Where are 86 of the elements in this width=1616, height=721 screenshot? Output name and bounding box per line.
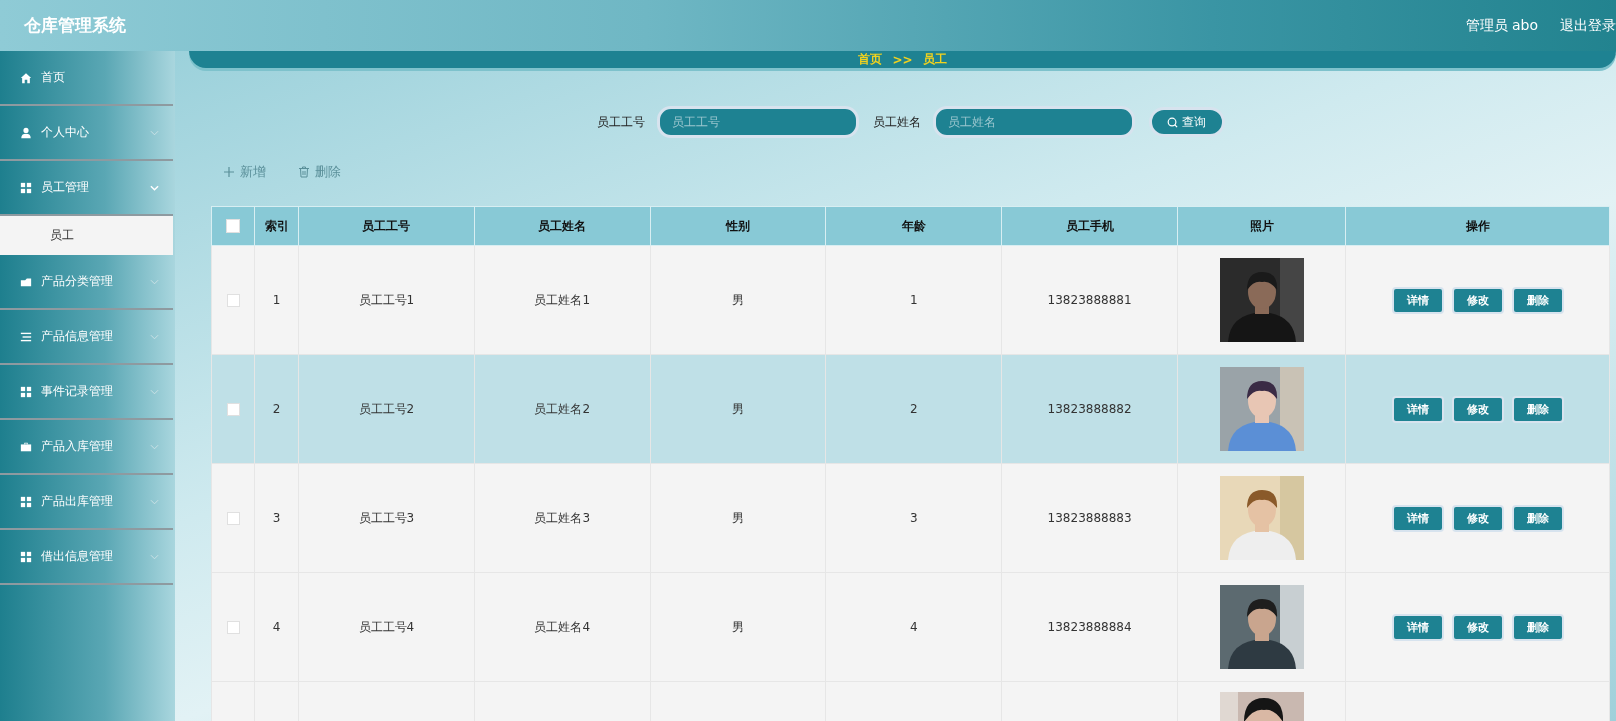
list-icon <box>20 330 32 343</box>
menu-item[interactable]: 个人中心 <box>0 106 173 161</box>
trash-icon <box>298 166 310 178</box>
logout-link[interactable]: 退出登录 <box>1560 16 1616 35</box>
table-row[interactable]: 3 员工工号3 员工姓名3 男 3 13823888883 详情 修改 删除 <box>211 463 1610 573</box>
table-cell: 员工姓名4 <box>474 572 651 682</box>
table-cell: 男 <box>650 572 826 682</box>
table-cell: 员工姓名1 <box>474 245 651 355</box>
search-label: 员工工号 <box>596 113 645 131</box>
row-action-button[interactable]: 删除 <box>1511 504 1564 532</box>
search-button[interactable]: 查询 <box>1148 107 1225 137</box>
search-label: 员工姓名 <box>872 113 921 131</box>
search-field[interactable]: 员工姓名 <box>932 106 1135 138</box>
table-cell: 男 <box>650 245 826 355</box>
column-header: 员工手机 <box>1001 206 1178 246</box>
row-action-button[interactable]: 详情 <box>1391 395 1444 423</box>
row-action-button[interactable]: 删除 <box>1511 395 1564 423</box>
table-cell: 3 <box>825 463 1002 573</box>
table-cell: 1 <box>254 245 299 355</box>
table-cell: 男 <box>650 463 826 573</box>
table-cell: 2 <box>254 354 299 464</box>
column-header: 年龄 <box>825 206 1002 246</box>
row-action-button[interactable]: 删除 <box>1511 286 1564 314</box>
app-title: 仓库管理系统 <box>24 14 126 37</box>
grid-icon <box>20 550 32 563</box>
grid-icon <box>20 495 32 508</box>
table-row[interactable]: 4 员工工号4 员工姓名4 男 4 13823888884 详情 修改 删除 <box>211 572 1610 682</box>
menu-item[interactable]: 产品入库管理 <box>0 420 173 475</box>
breadcrumb-link[interactable]: 员工 <box>922 51 947 68</box>
row-checkbox[interactable] <box>226 294 240 307</box>
home-icon <box>20 71 32 84</box>
row-action-button[interactable]: 修改 <box>1451 504 1504 532</box>
table-cell: 员工工号1 <box>298 245 475 355</box>
table-cell: 4 <box>254 572 299 682</box>
select-all-checkbox[interactable] <box>226 219 240 234</box>
table-row[interactable]: 1 员工工号1 员工姓名1 男 1 13823888881 详情 修改 删除 <box>211 245 1610 355</box>
row-action-button[interactable]: 详情 <box>1391 504 1444 532</box>
row-action-button[interactable]: 修改 <box>1451 395 1504 423</box>
grid-icon <box>20 181 32 194</box>
table-cell: 13823888882 <box>1001 354 1178 464</box>
menu-item[interactable]: 借出信息管理 <box>0 530 173 585</box>
table-cell: 男 <box>650 354 826 464</box>
table-cell: 员工工号3 <box>298 463 475 573</box>
grid-icon <box>20 385 32 398</box>
table-cell: 员工姓名2 <box>474 354 651 464</box>
menu-item[interactable]: 产品出库管理 <box>0 475 173 530</box>
column-header: 员工工号 <box>298 206 475 246</box>
table-cell: 13823888884 <box>1001 572 1178 682</box>
table-cell: 4 <box>825 572 1002 682</box>
table-cell: 员工工号4 <box>298 572 475 682</box>
row-checkbox[interactable] <box>226 512 240 525</box>
delete-button[interactable]: 删除 <box>292 159 347 185</box>
column-header: 性别 <box>650 206 826 246</box>
row-checkbox[interactable] <box>226 403 240 416</box>
table-cell: 3 <box>254 463 299 573</box>
row-action-button[interactable]: 详情 <box>1391 613 1444 641</box>
menu-item[interactable]: 首页 <box>0 51 173 106</box>
menu-item[interactable]: 产品信息管理 <box>0 310 173 365</box>
table-cell: 13823888883 <box>1001 463 1178 573</box>
table-cell: 员工工号2 <box>298 354 475 464</box>
add-button[interactable]: 新增 <box>217 159 272 185</box>
row-checkbox[interactable] <box>226 621 240 634</box>
breadcrumb-link[interactable]: 首页 <box>858 51 883 68</box>
row-action-button[interactable]: 修改 <box>1451 613 1504 641</box>
row-action-button[interactable]: 详情 <box>1391 286 1444 314</box>
user-icon <box>20 126 32 139</box>
column-header: 员工姓名 <box>474 206 651 246</box>
plus-icon <box>223 166 235 178</box>
briefcase-icon <box>20 440 32 453</box>
menu-item[interactable]: 事件记录管理 <box>0 365 173 420</box>
table-cell: 1 <box>825 245 1002 355</box>
column-header: 操作 <box>1345 206 1610 246</box>
user-name: 管理员 abo <box>1465 16 1538 35</box>
table-cell: 2 <box>825 354 1002 464</box>
search-field[interactable]: 员工工号 <box>656 106 859 138</box>
breadcrumb-separator: >> <box>892 52 913 67</box>
submenu-item[interactable]: 员工 <box>0 216 173 255</box>
search-icon <box>1167 116 1178 128</box>
menu-item[interactable]: 产品分类管理 <box>0 255 173 310</box>
table-cell: 员工姓名3 <box>474 463 651 573</box>
row-action-button[interactable]: 删除 <box>1511 613 1564 641</box>
column-header: 照片 <box>1177 206 1346 246</box>
table-cell: 13823888881 <box>1001 245 1178 355</box>
column-header: 索引 <box>254 206 299 246</box>
table-row[interactable]: 2 员工工号2 员工姓名2 男 2 13823888882 详情 修改 删除 <box>211 354 1610 464</box>
row-action-button[interactable]: 修改 <box>1451 286 1504 314</box>
